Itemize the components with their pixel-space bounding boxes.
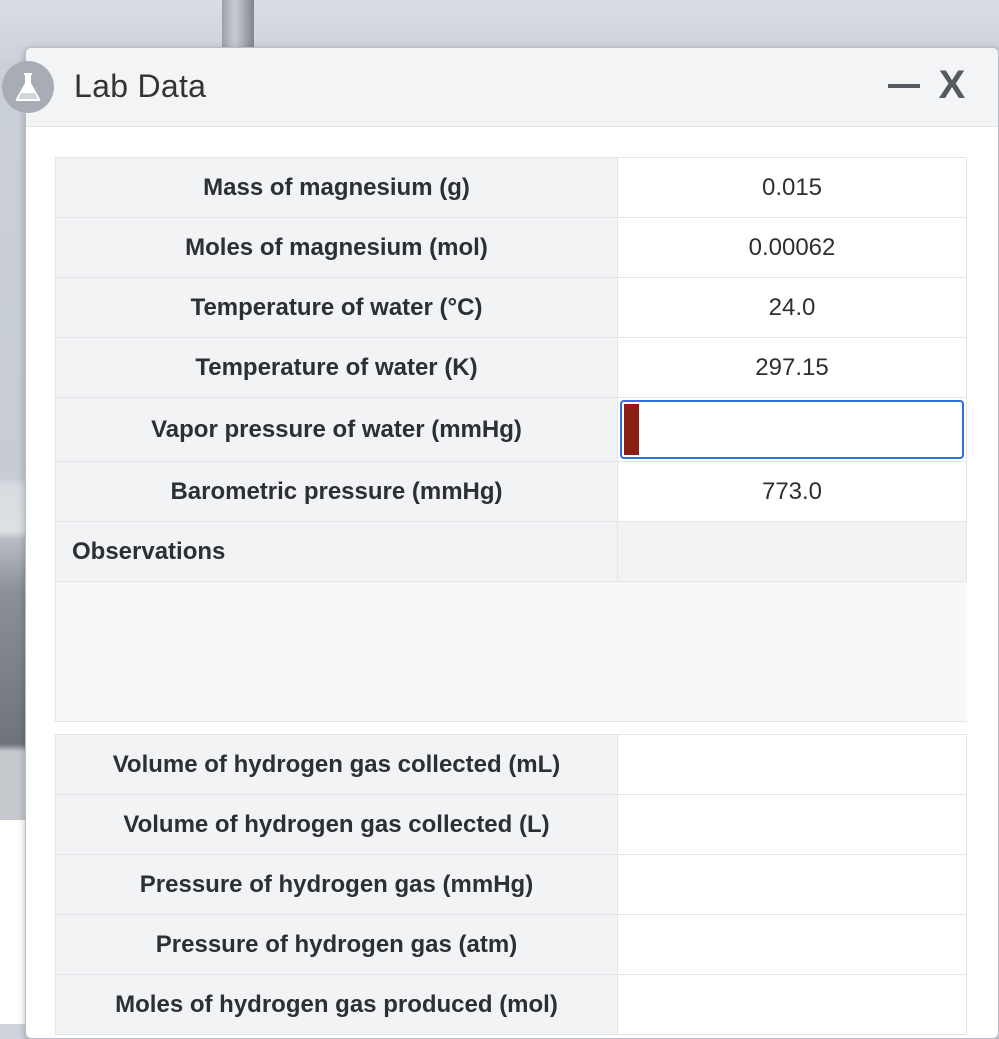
table-row: Moles of hydrogen gas produced (mol) [55, 975, 967, 1035]
row-value: 0.00062 [618, 218, 967, 277]
row-value[interactable] [618, 735, 967, 794]
row-label: Temperature of water (°C) [55, 278, 618, 337]
vapor-pressure-input-wrap[interactable] [620, 400, 964, 459]
row-label: Volume of hydrogen gas collected (mL) [55, 735, 618, 794]
row-value[interactable] [618, 855, 967, 914]
observations-header-row: Observations [55, 522, 967, 582]
row-value[interactable] [618, 795, 967, 854]
vapor-pressure-input[interactable] [642, 402, 962, 457]
table-row: Pressure of hydrogen gas (mmHg) [55, 855, 967, 915]
table-row: Pressure of hydrogen gas (atm) [55, 915, 967, 975]
required-flag [624, 404, 639, 455]
minimize-button[interactable] [884, 66, 924, 106]
row-label: Pressure of hydrogen gas (mmHg) [55, 855, 618, 914]
row-label: Vapor pressure of water (mmHg) [55, 398, 618, 461]
table-row: Temperature of water (K) 297.15 [55, 338, 967, 398]
table-row: Mass of magnesium (g) 0.015 [55, 157, 967, 218]
row-label: Temperature of water (K) [55, 338, 618, 397]
table-row: Temperature of water (°C) 24.0 [55, 278, 967, 338]
row-value: 0.015 [618, 158, 967, 217]
dialog-title: Lab Data [74, 68, 207, 104]
row-value: 24.0 [618, 278, 967, 337]
flask-icon [2, 61, 54, 113]
observations-area[interactable] [55, 582, 967, 722]
row-value[interactable] [618, 915, 967, 974]
table-row: Barometric pressure (mmHg) 773.0 [55, 462, 967, 522]
vapor-pressure-cell [618, 398, 967, 461]
observations-header-value [618, 522, 967, 581]
table-row: Moles of magnesium (mol) 0.00062 [55, 218, 967, 278]
row-label: Moles of magnesium (mol) [55, 218, 618, 277]
table-row: Volume of hydrogen gas collected (mL) [55, 734, 967, 795]
lab-data-table: Mass of magnesium (g) 0.015 Moles of mag… [55, 157, 967, 1035]
row-label: Mass of magnesium (g) [55, 158, 618, 217]
table-row: Volume of hydrogen gas collected (L) [55, 795, 967, 855]
row-label: Moles of hydrogen gas produced (mol) [55, 975, 618, 1034]
minimize-icon [888, 84, 920, 88]
table-spacer [55, 722, 967, 734]
row-value[interactable] [618, 975, 967, 1034]
row-value: 773.0 [618, 462, 967, 521]
table-row: Vapor pressure of water (mmHg) [55, 398, 967, 462]
row-label: Barometric pressure (mmHg) [55, 462, 618, 521]
lab-data-dialog: Lab Data X Mass of magnesium (g) 0.015 M… [2, 47, 999, 1039]
row-label: Volume of hydrogen gas collected (L) [55, 795, 618, 854]
row-label: Pressure of hydrogen gas (atm) [55, 915, 618, 974]
dialog-titlebar[interactable]: Lab Data X [2, 48, 998, 127]
row-value: 297.15 [618, 338, 967, 397]
close-button[interactable]: X [931, 62, 973, 108]
observations-label: Observations [55, 522, 618, 581]
